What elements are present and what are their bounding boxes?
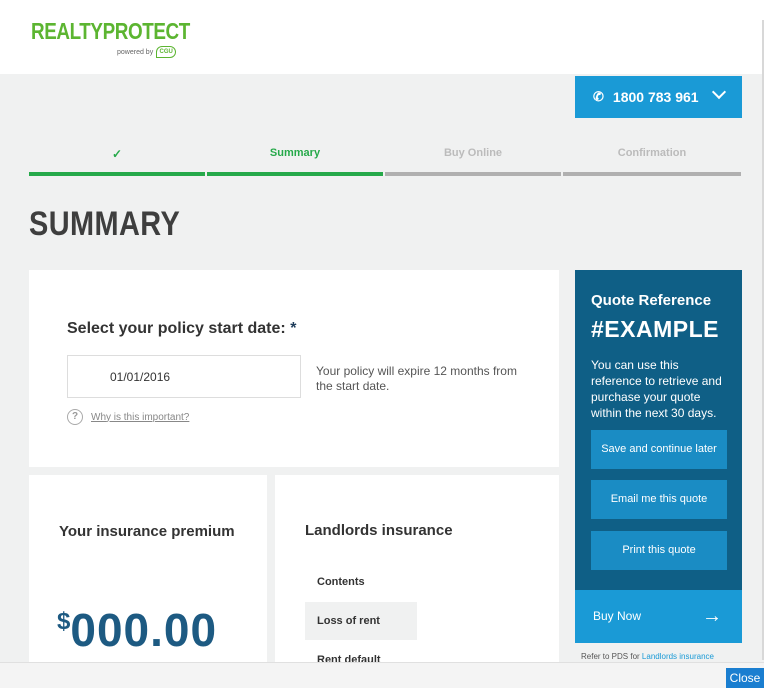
logo-wordmark: REALTYPROTECT	[31, 18, 190, 44]
cover-item-contents[interactable]: Contents	[305, 563, 417, 601]
step-label: Buy Online	[443, 147, 503, 159]
step-bar	[385, 172, 561, 176]
cgu-logo-icon: CGU	[156, 46, 177, 58]
buy-now-label: Buy Now	[593, 609, 642, 623]
logo-powered-by: powered by CGU	[117, 46, 177, 58]
step-confirmation: Confirmation	[563, 144, 741, 176]
phone-number: 1800 783 961	[612, 89, 699, 105]
powered-by-text: powered by	[117, 48, 154, 56]
phone-button[interactable]: ✆ 1800 783 961	[575, 76, 742, 118]
cover-title: Landlords insurance	[305, 522, 453, 539]
email-quote-button[interactable]: Email me this quote	[591, 480, 727, 519]
pds-note: Refer to PDS for Landlords insurance	[581, 652, 714, 661]
expiry-note: Your policy will expire 12 months from t…	[316, 364, 517, 393]
step-summary: Summary	[207, 144, 383, 176]
question-mark-icon[interactable]: ?	[67, 409, 83, 425]
progress-steps: ✓ Summary Buy Online Confirmation	[29, 144, 741, 176]
start-date-input[interactable]	[67, 355, 301, 398]
bottom-bar: Close	[0, 662, 764, 688]
step-completed[interactable]: ✓	[29, 144, 205, 176]
quote-reference-value: #EXAMPLE	[591, 316, 719, 342]
chevron-down-icon	[711, 84, 727, 100]
premium-amount: 000.00	[70, 604, 218, 656]
quote-description: You can use this reference to retrieve a…	[591, 358, 722, 420]
phone-icon: ✆	[593, 89, 604, 104]
pds-prefix: Refer to PDS for	[581, 652, 640, 661]
pds-link[interactable]: Landlords insurance	[642, 652, 714, 661]
premium-price: $ 000.00	[57, 603, 217, 657]
realtyprotect-logo[interactable]: REALTYPROTECT powered by CGU	[31, 18, 225, 58]
step-label: Confirmation	[617, 147, 687, 159]
currency-symbol: $	[57, 608, 71, 635]
step-bar	[29, 172, 205, 176]
premium-title: Your insurance premium	[59, 523, 235, 540]
help-row: ? Why is this important?	[67, 409, 189, 425]
step-label: Summary	[269, 147, 321, 159]
buy-now-button[interactable]: Buy Now →	[575, 590, 742, 643]
quote-reference-panel: Quote Reference #EXAMPLE You can use thi…	[575, 270, 742, 590]
step-bar	[563, 172, 741, 176]
start-date-label: Select your policy start date:	[67, 320, 286, 337]
page-title: SUMMARY	[29, 205, 181, 243]
cover-card: Landlords insurance Contents Loss of ren…	[275, 475, 559, 665]
premium-card: Your insurance premium $ 000.00	[29, 475, 267, 665]
checkmark-icon: ✓	[111, 147, 123, 161]
arrow-right-icon: →	[702, 605, 722, 627]
required-marker: *	[290, 320, 297, 337]
print-quote-button[interactable]: Print this quote	[591, 531, 727, 570]
save-continue-later-button[interactable]: Save and continue later	[591, 430, 727, 469]
close-button[interactable]: Close	[726, 668, 764, 688]
site-header: REALTYPROTECT powered by CGU	[0, 0, 764, 74]
why-important-link[interactable]: Why is this important?	[91, 412, 189, 423]
step-bar	[207, 172, 383, 176]
cover-item-loss-of-rent[interactable]: Loss of rent	[305, 602, 417, 640]
start-date-question: Select your policy start date: *	[67, 320, 296, 338]
step-buy-online: Buy Online	[385, 144, 561, 176]
quote-reference-heading: Quote Reference	[591, 292, 712, 309]
start-date-card: Select your policy start date: * Your po…	[29, 270, 559, 467]
